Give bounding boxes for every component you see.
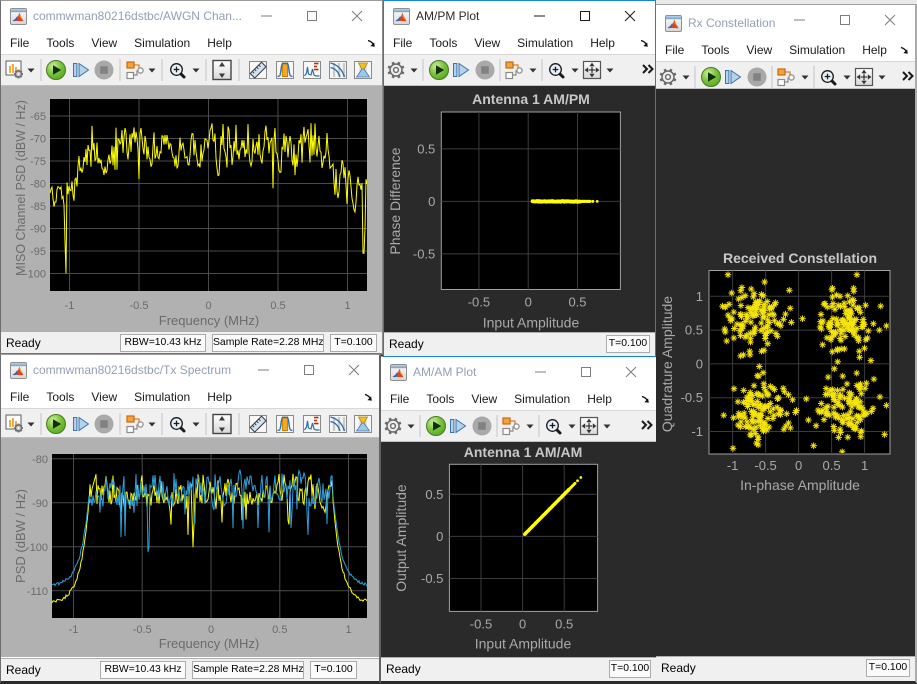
svg-text:-1: -1 — [69, 624, 79, 636]
svg-text:1: 1 — [345, 624, 351, 636]
svg-text:-100: -100 — [26, 542, 48, 554]
svg-text:-0.5: -0.5 — [130, 300, 149, 312]
svg-text:0.5: 0.5 — [272, 624, 287, 636]
svg-text:0: 0 — [208, 624, 214, 636]
svg-text:-80: -80 — [30, 179, 46, 191]
svg-text:0.5: 0.5 — [685, 323, 703, 338]
svg-text:0: 0 — [436, 529, 443, 544]
svg-text:0: 0 — [519, 616, 526, 631]
svg-text:1: 1 — [696, 289, 703, 304]
svg-text:0: 0 — [428, 194, 435, 209]
svg-text:-0.5: -0.5 — [681, 390, 703, 405]
svg-text:-0.5: -0.5 — [470, 616, 492, 631]
svg-text:-90: -90 — [32, 498, 48, 510]
svg-text:0: 0 — [696, 356, 703, 371]
svg-text:0.5: 0.5 — [270, 300, 285, 312]
svg-text:PSD (dBW / Hz): PSD (dBW / Hz) — [13, 489, 28, 583]
svg-text:Frequency (MHz): Frequency (MHz) — [159, 636, 259, 651]
svg-text:0.5: 0.5 — [568, 295, 586, 310]
svg-text:0.5: 0.5 — [425, 487, 443, 502]
svg-text:0: 0 — [205, 300, 211, 312]
svg-text:-0.5: -0.5 — [468, 295, 490, 310]
svg-text:-90: -90 — [30, 224, 46, 236]
svg-text:Antenna 1 AM/PM: Antenna 1 AM/PM — [472, 91, 590, 107]
svg-text:Input Amplitude: Input Amplitude — [475, 635, 572, 651]
svg-text:-0.5: -0.5 — [421, 571, 443, 586]
svg-text:Output Amplitude: Output Amplitude — [393, 484, 409, 592]
svg-text:-0.5: -0.5 — [413, 246, 435, 261]
svg-text:Frequency (MHz): Frequency (MHz) — [159, 313, 259, 328]
svg-text:0.5: 0.5 — [823, 458, 841, 473]
svg-text:0.5: 0.5 — [555, 616, 573, 631]
svg-text:-70: -70 — [30, 134, 46, 146]
svg-text:-1: -1 — [691, 424, 703, 439]
svg-text:-75: -75 — [30, 156, 46, 168]
svg-text:0: 0 — [525, 295, 532, 310]
svg-text:Quadrature Amplitude: Quadrature Amplitude — [659, 296, 675, 432]
svg-text:-65: -65 — [30, 111, 46, 123]
svg-text:Received Constellation: Received Constellation — [723, 250, 877, 266]
svg-text:-80: -80 — [32, 454, 48, 466]
svg-text:-0.5: -0.5 — [754, 458, 776, 473]
svg-text:MISO Channel PSD (dBW / Hz): MISO Channel PSD (dBW / Hz) — [14, 100, 28, 276]
svg-text:0: 0 — [795, 458, 802, 473]
svg-text:Input Amplitude: Input Amplitude — [483, 315, 580, 331]
svg-text:Antenna 1 AM/AM: Antenna 1 AM/AM — [464, 444, 582, 460]
svg-text:-110: -110 — [27, 586, 48, 598]
svg-text:1: 1 — [344, 300, 350, 312]
svg-text:-85: -85 — [30, 201, 46, 213]
svg-text:-1: -1 — [65, 300, 75, 312]
svg-text:-0.5: -0.5 — [133, 624, 152, 636]
svg-text:0.5: 0.5 — [417, 141, 435, 156]
svg-text:In-phase Amplitude: In-phase Amplitude — [740, 477, 860, 493]
svg-text:1: 1 — [861, 458, 868, 473]
svg-text:Phase Difference: Phase Difference — [387, 147, 403, 254]
svg-text:-95: -95 — [30, 246, 46, 258]
svg-text:-1: -1 — [727, 458, 739, 473]
